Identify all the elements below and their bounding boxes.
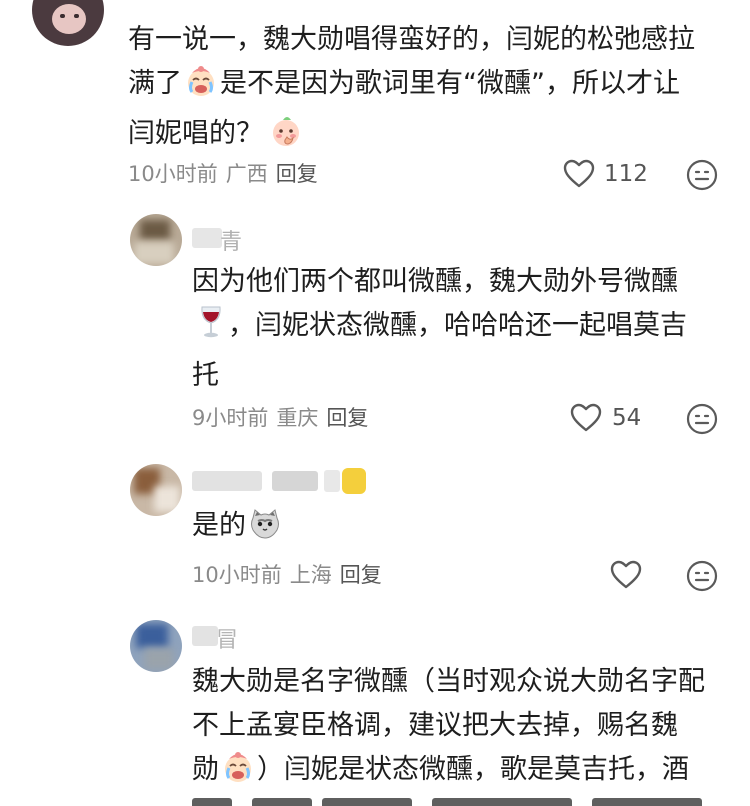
comment-line: 闫妮唱的？ (128, 112, 738, 162)
like-count: 54 (612, 405, 642, 431)
heart-outline-icon[interactable] (570, 403, 602, 433)
cat-emoji (248, 508, 282, 554)
like-count: 112 (604, 161, 648, 187)
smiley-menu-icon[interactable] (686, 159, 718, 191)
heart-outline-icon[interactable] (610, 560, 642, 590)
comment-line: 因为他们两个都叫微醺，魏大勋外号微醺 (192, 266, 678, 297)
location: 上海 (289, 563, 332, 587)
username[interactable]: 冒 (192, 622, 262, 653)
comment-line: 有一说一，魏大勋唱得蛮好的，闫妮的松弛感拉 (128, 24, 695, 55)
comment-line: 勋 ）闫妮是状态微醺，歌是莫吉托，酒 (192, 748, 737, 798)
smiley-menu-icon[interactable] (686, 403, 718, 435)
wine-glass-emoji (196, 304, 226, 354)
timestamp: 10小时前 (192, 563, 282, 587)
comment-fragment: 满了 (128, 68, 182, 99)
heart-outline-icon[interactable] (563, 159, 595, 189)
username-fragment: 冒 (216, 628, 239, 653)
avatar[interactable] (32, 0, 104, 46)
timestamp: 9小时前 (192, 406, 269, 430)
avatar[interactable] (130, 620, 182, 672)
crying-laugh-emoji (184, 64, 218, 112)
comment-line: 托 (192, 360, 219, 391)
comment-line: 满了 是不是因为歌词里有“微醺”，所以才让 (128, 62, 738, 112)
reply-button[interactable]: 回复 (340, 563, 382, 587)
comment-line: 是的 (192, 504, 492, 554)
comment-line: 魏大勋是名字微醺（当时观众说大勋名字配 (192, 666, 705, 697)
timestamp: 10小时前 (128, 162, 218, 186)
cutoff-text-line (192, 796, 712, 806)
smiley-menu-icon[interactable] (686, 560, 718, 592)
username[interactable]: 青 (192, 224, 252, 255)
avatar[interactable] (130, 214, 182, 266)
comment-meta: 9小时前 重庆 回复 (192, 403, 368, 433)
comment-text: 是的 (192, 504, 492, 554)
reply-button[interactable]: 回复 (326, 406, 368, 430)
comment-fragment: ）闫妮是状态微醺，歌是莫吉托，酒 (257, 754, 689, 785)
comment-meta: 10小时前 广西 回复 (128, 159, 318, 189)
comment-meta: 10小时前 上海 回复 (192, 560, 382, 590)
comment-fragment: ，闫妮状态微醺，哈哈哈还一起唱莫吉 (228, 310, 687, 341)
crying-laugh-emoji (221, 750, 255, 798)
comment-text: 有一说一，魏大勋唱得蛮好的，闫妮的松弛感拉 满了 是不是因为歌词里有“微醺”，所以… (128, 18, 738, 162)
username[interactable] (192, 468, 372, 494)
comment-text: 魏大勋是名字微醺（当时观众说大勋名字配 不上孟宴臣格调，建议把大去掉，赐名魏 勋… (192, 660, 737, 798)
location: 广西 (225, 162, 268, 186)
comment-text: 因为他们两个都叫微醺，魏大勋外号微醺 ，闫妮状态微醺，哈哈哈还一起唱莫吉 托 (192, 260, 732, 398)
comment-fragment: 是的 (192, 510, 246, 541)
comment-fragment: 勋 (192, 754, 219, 785)
comment-line: ，闫妮状态微醺，哈哈哈还一起唱莫吉 (192, 304, 732, 354)
location: 重庆 (276, 406, 319, 430)
comment-fragment: 是不是因为歌词里有“微醺”，所以才让 (220, 68, 680, 99)
shy-peach-emoji (269, 114, 303, 162)
avatar[interactable] (130, 464, 182, 516)
username-fragment: 青 (220, 230, 243, 255)
reply-button[interactable]: 回复 (276, 162, 318, 186)
comment-line: 不上孟宴臣格调，建议把大去掉，赐名魏 (192, 710, 678, 741)
comment-fragment: 闫妮唱的？ (128, 118, 263, 149)
